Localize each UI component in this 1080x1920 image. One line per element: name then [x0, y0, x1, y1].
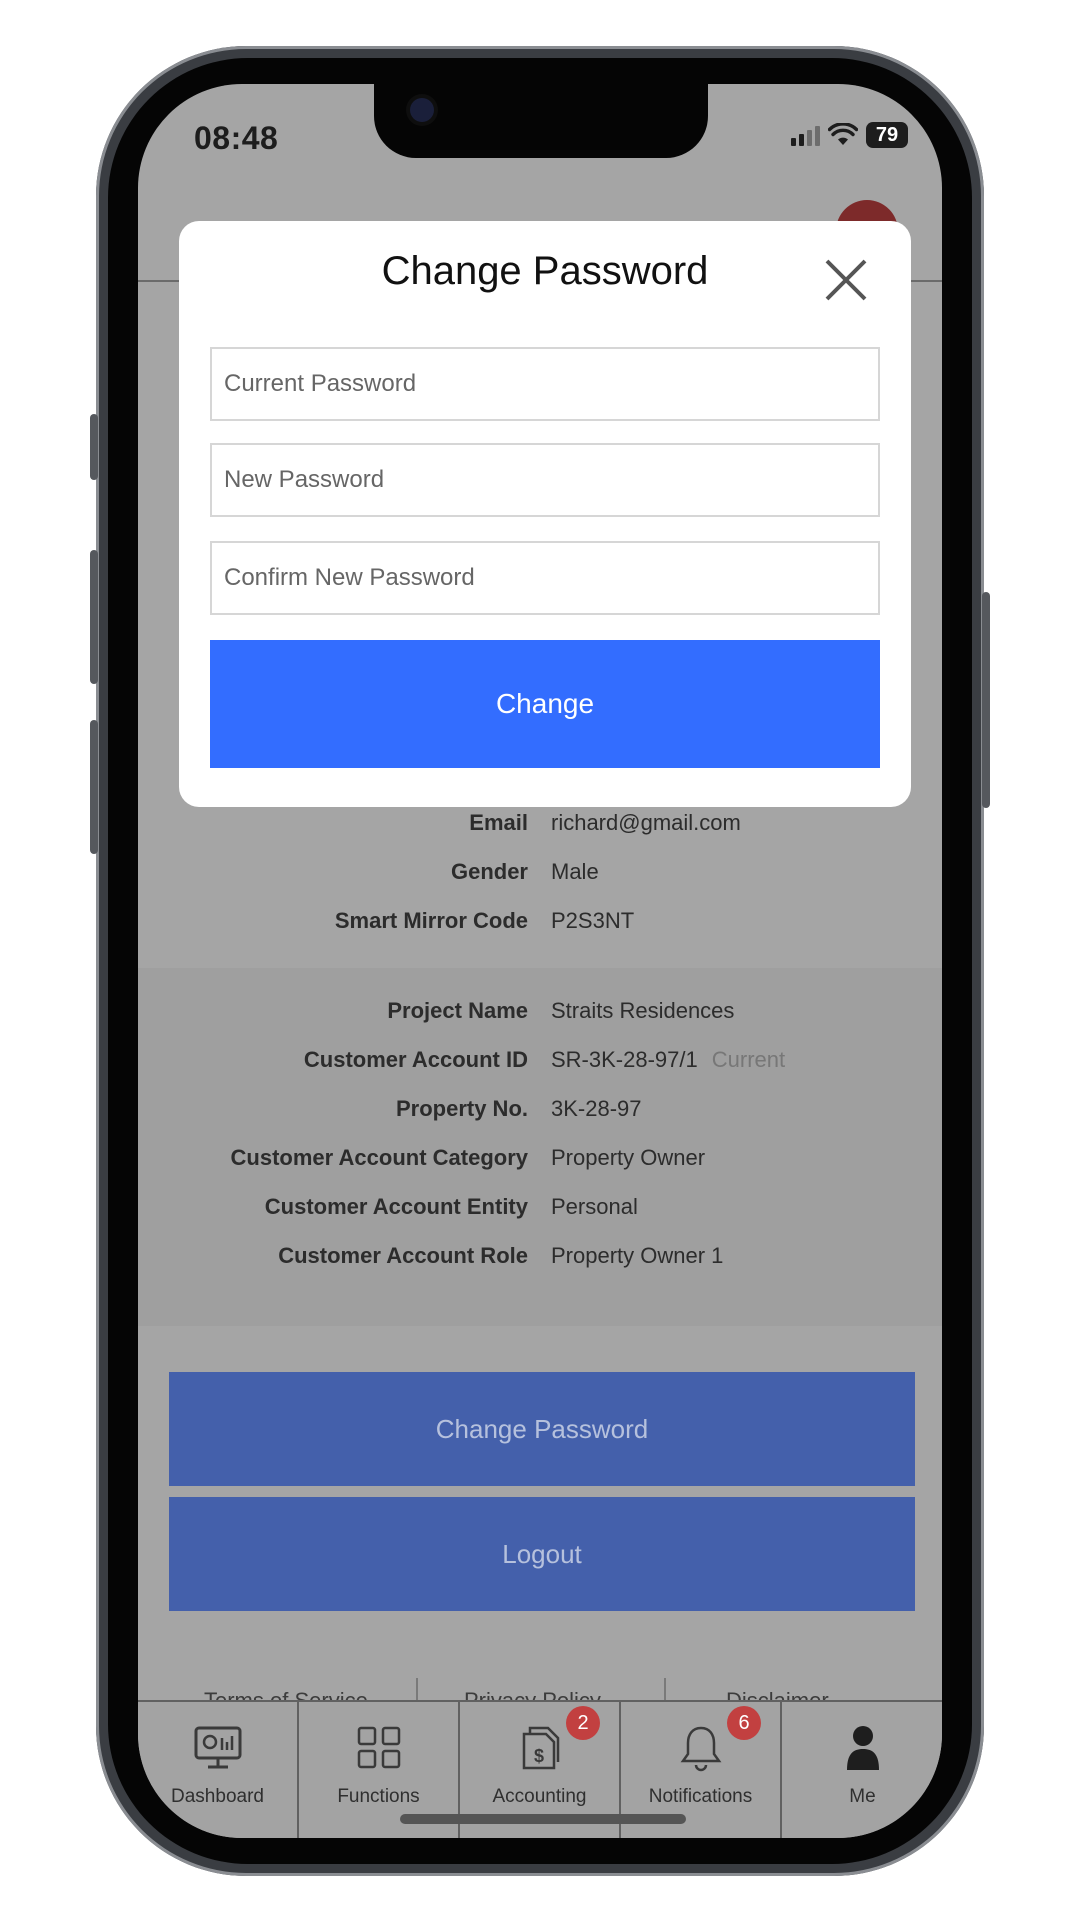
svg-text:$: $	[533, 1746, 543, 1766]
project-value: Straits Residences	[551, 998, 735, 1023]
tab-accounting-label: Accounting	[492, 1786, 587, 1807]
cellular-signal-icon	[791, 124, 820, 146]
project-label: Project Name	[387, 998, 528, 1023]
notch	[374, 84, 708, 158]
current-password-input[interactable]	[210, 347, 880, 421]
mirror-code-row: Smart Mirror Code P2S3NT	[138, 908, 942, 948]
new-password-input[interactable]	[210, 443, 880, 517]
volume-up-button	[90, 550, 98, 684]
tab-notifications-label: Notifications	[648, 1786, 753, 1807]
account-id-text: SR-3K-28-97/1	[551, 1047, 698, 1072]
terms-link[interactable]: Terms of Service	[204, 1688, 368, 1700]
status-time: 08:48	[194, 120, 279, 156]
power-button	[982, 592, 990, 808]
tab-me[interactable]: Me	[782, 1702, 942, 1838]
entity-row: Customer Account Entity Personal	[138, 1194, 942, 1234]
battery-indicator: 79	[866, 122, 908, 148]
accounting-badge: 2	[566, 1706, 600, 1740]
email-label: Email	[469, 810, 528, 835]
account-id-label: Customer Account ID	[303, 1047, 528, 1072]
volume-down-button	[90, 720, 98, 854]
grid-icon	[357, 1726, 400, 1769]
email-value: richard@gmail.com	[551, 810, 741, 835]
silent-switch	[90, 414, 98, 480]
tab-me-label: Me	[849, 1786, 876, 1807]
tab-dashboard-label: Dashboard	[171, 1786, 264, 1807]
bell-icon	[680, 1726, 721, 1772]
person-icon	[846, 1726, 879, 1770]
home-indicator[interactable]	[400, 1814, 686, 1824]
mirror-code-label: Smart Mirror Code	[334, 908, 528, 933]
wifi-icon	[828, 123, 858, 145]
change-password-button[interactable]: Change Password	[169, 1372, 915, 1486]
dashboard-icon	[194, 1726, 241, 1769]
category-label: Customer Account Category	[230, 1145, 528, 1170]
property-label: Property No.	[395, 1096, 528, 1121]
tab-functions-label: Functions	[337, 1786, 420, 1807]
front-camera	[410, 98, 434, 122]
role-row: Customer Account Role Property Owner 1	[138, 1243, 942, 1283]
current-tag: Current	[711, 1047, 786, 1072]
email-row: Email richard@gmail.com	[138, 810, 942, 850]
role-value: Property Owner 1	[551, 1243, 724, 1268]
disclaimer-link[interactable]: Disclaimer	[726, 1688, 829, 1700]
confirm-password-input[interactable]	[210, 541, 880, 615]
privacy-link[interactable]: Privacy Policy	[464, 1688, 601, 1700]
mirror-code-value: P2S3NT	[551, 908, 635, 933]
notifications-badge: 6	[727, 1706, 761, 1740]
status-icons: 79	[791, 122, 908, 148]
close-icon[interactable]	[823, 257, 869, 303]
invoice-icon: $	[522, 1726, 559, 1770]
tab-dashboard[interactable]: Dashboard	[138, 1702, 299, 1838]
gender-row: Gender Male	[138, 859, 942, 899]
gender-value: Male	[551, 859, 599, 884]
change-button[interactable]: Change	[210, 640, 880, 768]
entity-value: Personal	[551, 1194, 638, 1219]
category-row: Customer Account Category Property Owner	[138, 1145, 942, 1185]
entity-label: Customer Account Entity	[264, 1194, 528, 1219]
property-row: Property No. 3K-28-97	[138, 1096, 942, 1136]
role-label: Customer Account Role	[278, 1243, 528, 1268]
change-password-modal: Change Password Change	[179, 221, 911, 807]
gender-label: Gender	[450, 859, 528, 884]
property-value: 3K-28-97	[551, 1096, 642, 1121]
project-row: Project Name Straits Residences	[138, 998, 942, 1038]
modal-title: Change Password	[381, 249, 709, 293]
category-value: Property Owner	[551, 1145, 706, 1170]
logout-button[interactable]: Logout	[169, 1497, 915, 1611]
account-id-row: Customer Account ID SR-3K-28-97/1 Current	[138, 1047, 942, 1087]
account-id-value: SR-3K-28-97/1 Current	[551, 1047, 785, 1073]
phone-screen: 08:48 79 Email richard@gmail.com Gender …	[138, 84, 942, 1838]
